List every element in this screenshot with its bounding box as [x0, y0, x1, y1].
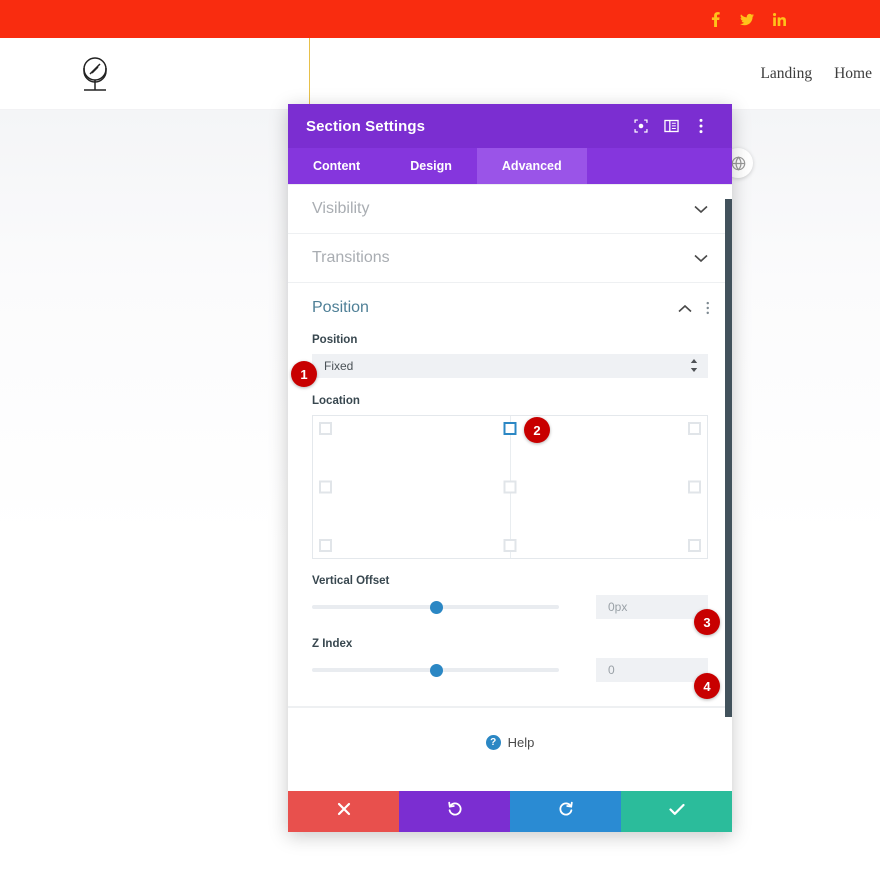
position-select[interactable]: Fixed [312, 354, 708, 378]
vertical-offset-slider[interactable] [312, 596, 559, 618]
twitter-icon[interactable] [740, 10, 754, 28]
location-anchor-top-center[interactable] [504, 422, 517, 435]
chevron-up-icon[interactable] [678, 304, 692, 313]
tab-design[interactable]: Design [385, 148, 477, 184]
scrollbar-thumb[interactable] [725, 199, 732, 717]
location-anchor-top-left[interactable] [319, 422, 332, 435]
panel-footer [288, 791, 732, 832]
facebook-icon[interactable] [708, 10, 722, 28]
panel-header: Section Settings [288, 104, 732, 148]
redo-arrow-icon [558, 801, 574, 822]
site-nav-links: Landing Home [760, 38, 880, 110]
chevron-down-icon [694, 205, 708, 214]
site-top-bar [0, 0, 880, 38]
callout-badge-4: 4 [694, 673, 720, 699]
accordion-position-label: Position [312, 299, 678, 317]
nav-link-landing[interactable]: Landing [760, 65, 812, 83]
position-field-label: Position [312, 334, 708, 346]
accordion-visibility[interactable]: Visibility [288, 185, 732, 234]
callout-badge-2: 2 [524, 417, 550, 443]
panel-title: Section Settings [306, 118, 626, 135]
location-anchor-middle-left[interactable] [319, 481, 332, 494]
tab-content[interactable]: Content [288, 148, 385, 184]
vertical-offset-row: 0px [312, 595, 708, 619]
vanity-mirror-logo [72, 51, 118, 97]
z-index-input[interactable]: 0 [596, 658, 708, 682]
accordion-transitions-label: Transitions [312, 249, 694, 267]
help-label: Help [508, 735, 535, 750]
callout-badge-1: 1 [291, 361, 317, 387]
layout-panel-icon[interactable] [656, 111, 686, 141]
location-anchor-bottom-center[interactable] [504, 539, 517, 552]
location-anchor-bottom-left[interactable] [319, 539, 332, 552]
vertical-offset-label: Vertical Offset [312, 575, 708, 587]
undo-arrow-icon [447, 801, 463, 822]
location-anchor-middle-center[interactable] [504, 481, 517, 494]
section-settings-panel: Section Settings Cont [288, 104, 732, 832]
position-options-kebab-icon[interactable] [706, 301, 710, 315]
question-mark-icon: ? [486, 735, 501, 750]
kebab-menu-icon[interactable] [686, 111, 716, 141]
accordion-visibility-label: Visibility [312, 200, 694, 218]
location-anchor-bottom-right[interactable] [688, 539, 701, 552]
page-root: Landing Home Section Settings [0, 0, 880, 890]
location-anchor-grid[interactable] [312, 415, 708, 559]
field-location: Location [288, 395, 732, 559]
nav-link-home[interactable]: Home [834, 65, 872, 83]
position-select-value: Fixed [324, 359, 690, 373]
undo-button[interactable] [399, 791, 510, 832]
checkmark-icon [669, 803, 685, 821]
slider-handle[interactable] [430, 601, 443, 614]
location-anchor-top-right[interactable] [688, 422, 701, 435]
help-bar[interactable]: ? Help [288, 707, 732, 777]
column-guide-line [309, 38, 310, 110]
location-field-label: Location [312, 395, 708, 407]
chevron-down-icon [694, 254, 708, 263]
vertical-offset-input[interactable]: 0px [596, 595, 708, 619]
save-button[interactable] [621, 791, 732, 832]
accordion-transitions[interactable]: Transitions [288, 234, 732, 283]
panel-tabs: Content Design Advanced [288, 148, 732, 184]
accordion-position-header[interactable]: Position [288, 283, 732, 333]
redo-button[interactable] [510, 791, 621, 832]
field-z-index: Z Index 0 [288, 638, 732, 706]
close-x-icon [337, 802, 351, 821]
field-position: Position Fixed [288, 334, 732, 378]
z-index-label: Z Index [312, 638, 708, 650]
select-updown-arrows-icon [690, 359, 698, 374]
linkedin-icon[interactable] [772, 10, 786, 28]
target-icon[interactable] [626, 111, 656, 141]
location-anchor-middle-right[interactable] [688, 481, 701, 494]
panel-scroll-area: Visibility Transitions Position [288, 184, 732, 792]
z-index-row: 0 [312, 658, 708, 682]
accordion-position: Position Position Fixed [288, 283, 732, 707]
z-index-slider[interactable] [312, 659, 559, 681]
slider-handle[interactable] [430, 664, 443, 677]
tab-advanced[interactable]: Advanced [477, 148, 587, 184]
field-vertical-offset: Vertical Offset 0px [288, 575, 732, 619]
cancel-button[interactable] [288, 791, 399, 832]
callout-badge-3: 3 [694, 609, 720, 635]
panel-scrollbar[interactable] [725, 185, 732, 792]
site-nav-bar: Landing Home [0, 38, 880, 110]
